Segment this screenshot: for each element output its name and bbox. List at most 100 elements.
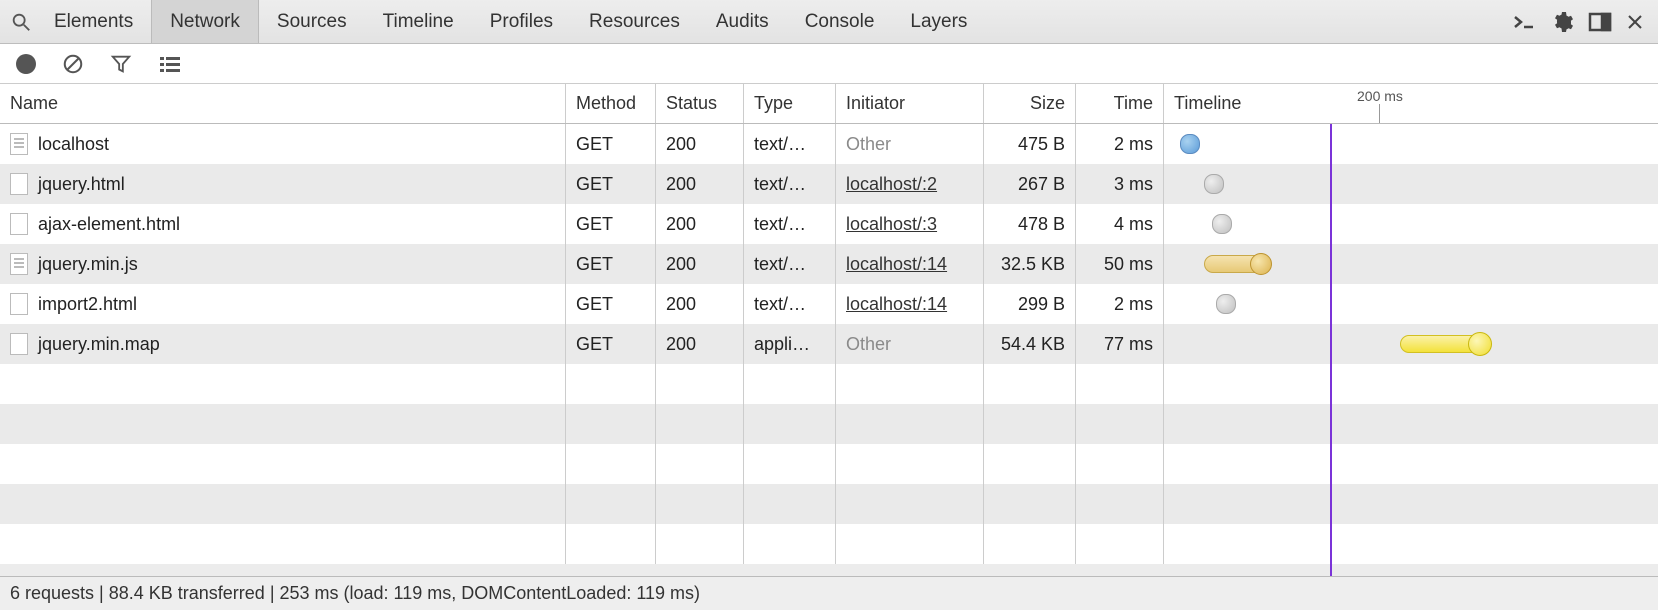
- cell-timeline: [1164, 284, 1658, 324]
- cell-initiator: localhost/:14: [836, 284, 984, 324]
- col-initiator[interactable]: Initiator: [836, 84, 984, 123]
- empty-row: [0, 364, 1658, 404]
- dock-side-icon[interactable]: [1588, 12, 1612, 32]
- request-name: import2.html: [38, 294, 137, 315]
- overview-toggle-icon[interactable]: [158, 54, 182, 74]
- tab-timeline[interactable]: Timeline: [365, 0, 472, 43]
- request-name: jquery.html: [38, 174, 125, 195]
- cell-time: 2 ms: [1076, 124, 1164, 164]
- table-row[interactable]: jquery.htmlGET200text/…localhost/:2267 B…: [0, 164, 1658, 204]
- file-icon: [10, 133, 28, 155]
- table-row[interactable]: import2.htmlGET200text/…localhost/:14299…: [0, 284, 1658, 324]
- col-method[interactable]: Method: [566, 84, 656, 123]
- clear-icon[interactable]: [62, 53, 84, 75]
- cell-type: text/…: [744, 124, 836, 164]
- col-name[interactable]: Name: [0, 84, 566, 123]
- cell-size: 54.4 KB: [984, 324, 1076, 364]
- tab-network[interactable]: Network: [151, 0, 259, 43]
- table-row[interactable]: jquery.min.jsGET200text/…localhost/:1432…: [0, 244, 1658, 284]
- cell-name: jquery.min.js: [0, 244, 566, 284]
- timeline-bar: [1216, 294, 1236, 314]
- cell-size: 299 B: [984, 284, 1076, 324]
- col-timeline[interactable]: Timeline 200 ms: [1164, 84, 1658, 123]
- col-size[interactable]: Size: [984, 84, 1076, 123]
- cell-name: localhost: [0, 124, 566, 164]
- tab-profiles[interactable]: Profiles: [472, 0, 571, 43]
- table-row[interactable]: localhostGET200text/…Other475 B2 ms: [0, 124, 1658, 164]
- cell-timeline: [1164, 244, 1658, 284]
- cell-time: 4 ms: [1076, 204, 1164, 244]
- tab-elements[interactable]: Elements: [36, 0, 151, 43]
- cell-size: 478 B: [984, 204, 1076, 244]
- table-row[interactable]: jquery.min.map GET200appli… Other 54.4 KB77…: [0, 324, 1658, 364]
- timeline-bar: [1180, 134, 1200, 154]
- tab-layers[interactable]: Layers: [892, 0, 985, 43]
- empty-row: [0, 484, 1658, 524]
- cell-time: 50 ms: [1076, 244, 1164, 284]
- cell-initiator: localhost/:2: [836, 164, 984, 204]
- initiator-link[interactable]: localhost/:3: [846, 214, 937, 235]
- cell-time: 2 ms: [1076, 284, 1164, 324]
- cell-name: jquery.min.map: [0, 324, 566, 364]
- cell-status: 200: [656, 124, 744, 164]
- cell-initiator: localhost/:3: [836, 204, 984, 244]
- initiator-link[interactable]: localhost/:14: [846, 254, 947, 275]
- tab-sources[interactable]: Sources: [259, 0, 365, 43]
- cell-timeline: [1164, 164, 1658, 204]
- col-time[interactable]: Time: [1076, 84, 1164, 123]
- cell-status: 200: [656, 324, 744, 364]
- search-icon[interactable]: [6, 11, 36, 33]
- cell-timeline: [1164, 204, 1658, 244]
- file-icon: [10, 213, 28, 235]
- file-icon: [10, 293, 28, 315]
- request-name: jquery.min.map: [38, 334, 160, 355]
- cell-size: 32.5 KB: [984, 244, 1076, 284]
- timeline-bar-end: [1468, 332, 1492, 356]
- network-table: Name Method Status Type Initiator Size T…: [0, 84, 1658, 576]
- col-status[interactable]: Status: [656, 84, 744, 123]
- initiator-text: Other: [846, 334, 891, 355]
- file-icon: [10, 333, 28, 355]
- empty-row: [0, 524, 1658, 564]
- timeline-bar-end: [1250, 253, 1272, 275]
- tab-resources[interactable]: Resources: [571, 0, 698, 43]
- tab-console[interactable]: Console: [787, 0, 893, 43]
- cell-method: GET: [566, 324, 656, 364]
- network-toolbar: [0, 44, 1658, 84]
- initiator-link[interactable]: localhost/:2: [846, 174, 937, 195]
- file-icon: [10, 253, 28, 275]
- timeline-bar: [1212, 214, 1232, 234]
- close-icon[interactable]: [1626, 13, 1644, 31]
- timeline-tick-label: 200 ms: [1357, 88, 1403, 104]
- cell-time: 77 ms: [1076, 324, 1164, 364]
- cell-time: 3 ms: [1076, 164, 1164, 204]
- table-header-row: Name Method Status Type Initiator Size T…: [0, 84, 1658, 124]
- cell-status: 200: [656, 284, 744, 324]
- cell-status: 200: [656, 244, 744, 284]
- cell-name: import2.html: [0, 284, 566, 324]
- cell-type: text/…: [744, 244, 836, 284]
- table-row[interactable]: ajax-element.htmlGET200text/…localhost/:…: [0, 204, 1658, 244]
- settings-gear-icon[interactable]: [1550, 10, 1574, 34]
- cell-status: 200: [656, 164, 744, 204]
- cell-name: jquery.html: [0, 164, 566, 204]
- cell-type: text/…: [744, 204, 836, 244]
- console-drawer-icon[interactable]: [1512, 12, 1536, 32]
- cell-type: text/…: [744, 164, 836, 204]
- record-button[interactable]: [16, 54, 36, 74]
- devtools-tab-bar: ElementsNetworkSourcesTimelineProfilesRe…: [0, 0, 1658, 44]
- cell-method: GET: [566, 204, 656, 244]
- cell-name: ajax-element.html: [0, 204, 566, 244]
- tab-audits[interactable]: Audits: [698, 0, 787, 43]
- empty-row: [0, 444, 1658, 484]
- request-name: ajax-element.html: [38, 214, 180, 235]
- initiator-text: Other: [846, 134, 891, 155]
- cell-size: 475 B: [984, 124, 1076, 164]
- empty-row: [0, 404, 1658, 444]
- filter-icon[interactable]: [110, 53, 132, 75]
- initiator-link[interactable]: localhost/:14: [846, 294, 947, 315]
- cell-type: appli…: [744, 324, 836, 364]
- cell-timeline: [1164, 124, 1658, 164]
- col-type[interactable]: Type: [744, 84, 836, 123]
- request-name: jquery.min.js: [38, 254, 138, 275]
